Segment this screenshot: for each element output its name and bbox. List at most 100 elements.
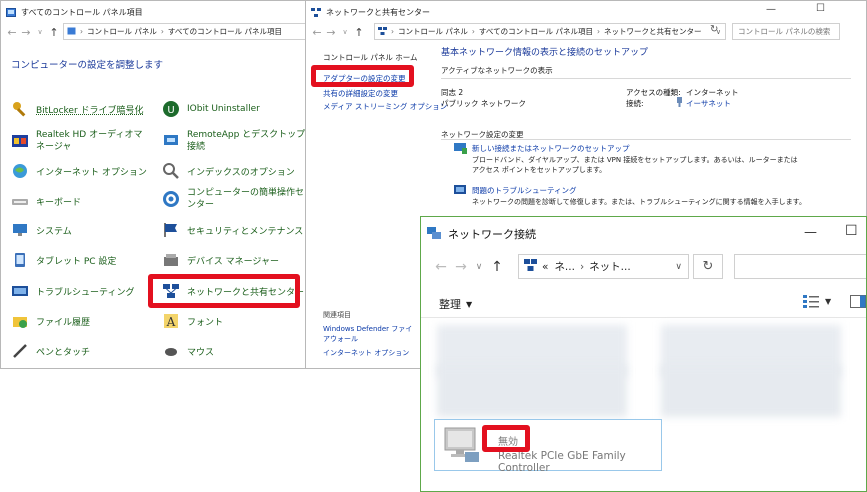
security-flag-icon [162, 221, 180, 239]
cp-item-label: マウス [187, 347, 215, 358]
cp-item-iobit[interactable]: U IObit Uninstaller [162, 100, 260, 118]
network-center-address-bar[interactable]: › コントロール パネル › すべてのコントロール パネル項目 › ネットワーク… [374, 23, 726, 40]
breadcrumb-item[interactable]: コントロール パネル [398, 26, 468, 37]
cp-item-pen-touch[interactable]: ペンとタッチ [11, 342, 90, 360]
organize-button[interactable]: 整理 ▼ [439, 296, 472, 312]
nsc-heading: 基本ネットワーク情報の表示と接続のセットアップ [441, 48, 649, 58]
forward-arrow-icon[interactable]: → [324, 26, 338, 39]
sidebar-link-advanced-sharing[interactable]: 共有の詳細設定の変更 [323, 88, 398, 99]
cp-item-security[interactable]: セキュリティとメンテナンス [162, 221, 303, 239]
cp-item-file-history[interactable]: ファイル履歴 [11, 312, 90, 330]
breadcrumb-item[interactable]: ネットワークと共有センター [604, 26, 702, 37]
control-panel-search-input[interactable]: コントロール パネルの検索 [732, 23, 840, 40]
cp-item-label: Realtek HD オーディオマネージャ [36, 130, 143, 152]
view-dropdown-icon[interactable]: ▼ [825, 297, 831, 306]
cp-item-troubleshoot[interactable]: トラブルシューティング [11, 282, 134, 300]
related-link-firewall[interactable]: Windows Defender ファイアウォール [323, 324, 418, 344]
breadcrumb-overflow[interactable]: « [542, 261, 548, 273]
related-link-internet-options[interactable]: インターネット オプション [323, 348, 409, 358]
iobit-icon: U [162, 100, 180, 118]
back-arrow-icon[interactable]: ← [310, 26, 324, 39]
control-panel-window: すべてのコントロール パネル項目 ← → ∨ ↑ › コントロール パネル › … [0, 0, 312, 369]
back-arrow-icon[interactable]: ← [431, 259, 451, 275]
task-troubleshoot-link[interactable]: 問題のトラブルシューティング [472, 185, 577, 196]
cp-item-label: ファイル履歴 [36, 317, 91, 328]
cp-item-mouse[interactable]: マウス [162, 342, 214, 360]
cp-item-bitlocker[interactable]: BitLocker ドライブ暗号化 [11, 100, 144, 118]
network-connections-title-icon [427, 226, 442, 242]
cp-item-system[interactable]: システム [11, 221, 72, 239]
cp-item-label: インデックスのオプション [187, 167, 295, 178]
fonts-icon: A [162, 312, 180, 330]
breadcrumb-item[interactable]: すべてのコントロール パネル項目 [168, 26, 282, 37]
disabled-adapter-icon [441, 426, 483, 467]
ease-of-access-icon [162, 190, 180, 208]
cp-item-indexing[interactable]: インデックスのオプション [162, 162, 295, 180]
cp-item-remoteapp[interactable]: RemoteApp とデスクトップ接続 [162, 129, 307, 153]
breadcrumb-item[interactable]: ネ... [554, 259, 575, 274]
refresh-icon[interactable]: ↻ [710, 24, 718, 35]
ethernet-icon [675, 97, 684, 110]
blurred-adapter-item[interactable] [437, 365, 627, 417]
minimize-icon[interactable]: — [766, 4, 776, 15]
control-panel-address-bar[interactable]: › コントロール パネル › すべてのコントロール パネル項目 [63, 23, 311, 40]
search-placeholder: コントロール パネルの検索 [738, 27, 831, 36]
highlight-disabled-status [482, 425, 530, 452]
forward-arrow-icon[interactable]: → [19, 26, 33, 39]
network-center-titlebar: ネットワークと共有センター — ☐ [306, 1, 866, 23]
network-connections-address-bar[interactable]: « ネ... › ネット... ∨ [518, 254, 689, 279]
troubleshoot-problems-icon [454, 185, 467, 199]
back-arrow-icon[interactable]: ← [5, 26, 19, 39]
forward-arrow-icon[interactable]: → [451, 259, 471, 275]
access-type-label: アクセスの種類: [626, 88, 681, 97]
view-options-icon[interactable] [803, 295, 819, 311]
network-connections-titlebar: ネットワーク接続 — ☐ [421, 217, 866, 251]
address-dropdown-icon[interactable]: ∨ [675, 262, 682, 272]
recent-dropdown-icon[interactable]: ∨ [338, 28, 352, 36]
breadcrumb-item[interactable]: すべてのコントロール パネル項目 [479, 26, 593, 37]
blurred-adapter-item[interactable] [661, 365, 841, 417]
minimize-icon[interactable]: — [804, 225, 817, 240]
cp-item-device-manager[interactable]: デバイス マネージャー [162, 251, 279, 269]
cp-item-label: IObit Uninstaller [187, 104, 260, 114]
network-connections-toolbar: 整理 ▼ ▼ [421, 289, 866, 318]
up-arrow-icon[interactable]: ↑ [487, 259, 507, 275]
network-connections-window: ネットワーク接続 — ☐ ← → ∨ ↑ « ネ... › ネット... ∨ ↻… [420, 216, 867, 492]
cp-item-fonts[interactable]: A フォント [162, 312, 223, 330]
up-arrow-icon[interactable]: ↑ [47, 26, 61, 39]
up-arrow-icon[interactable]: ↑ [352, 26, 366, 39]
cp-item-ease-of-access[interactable]: コンピューターの簡単操作センター [162, 187, 307, 211]
cp-item-label: デバイス マネージャー [187, 256, 279, 267]
sidebar-link-cp-home[interactable]: コントロール パネル ホーム [323, 52, 418, 63]
breadcrumb-item[interactable]: ネット... [589, 259, 631, 274]
bitlocker-key-icon [11, 100, 29, 118]
control-panel-icon [6, 7, 16, 17]
address-network-icon [378, 26, 387, 37]
refresh-button[interactable]: ↻ [693, 254, 723, 279]
maximize-icon[interactable]: ☐ [845, 223, 858, 239]
task-new-connection-link[interactable]: 新しい接続またはネットワークのセットアップ [472, 143, 630, 154]
sidebar-link-media-streaming[interactable]: メディア ストリーミング オプション [323, 101, 447, 112]
address-network-icon [524, 259, 537, 274]
file-history-icon [11, 312, 29, 330]
cp-item-realtek[interactable]: Realtek HD オーディオマネージャ [11, 129, 151, 153]
active-networks-heading: アクティブなネットワークの表示 [441, 66, 553, 75]
adapter-item-realtek[interactable]: 無効 Realtek PCIe GbE Family Controller [434, 419, 662, 474]
keyboard-icon [11, 192, 29, 210]
preview-pane-icon[interactable] [850, 295, 866, 311]
network-connections-search-input[interactable] [734, 254, 866, 279]
cp-item-tablet[interactable]: タブレット PC 設定 [11, 251, 116, 269]
breadcrumb-item[interactable]: コントロール パネル [87, 26, 157, 37]
cp-item-internet-options[interactable]: インターネット オプション [11, 162, 147, 180]
network-center-title: ネットワークと共有センター [326, 7, 430, 17]
network-connections-title: ネットワーク接続 [448, 228, 536, 241]
device-manager-icon [162, 251, 180, 269]
recent-dropdown-icon[interactable]: ∨ [471, 262, 487, 272]
maximize-icon[interactable]: ☐ [816, 3, 825, 14]
network-type: パブリック ネットワーク [441, 99, 526, 108]
connection-value-link[interactable]: イーサネット [686, 98, 731, 109]
recent-dropdown-icon[interactable]: ∨ [33, 28, 47, 36]
cp-item-keyboard[interactable]: キーボード [11, 192, 81, 210]
cp-item-label: ペンとタッチ [36, 347, 91, 358]
network-center-title-icon [311, 7, 321, 17]
